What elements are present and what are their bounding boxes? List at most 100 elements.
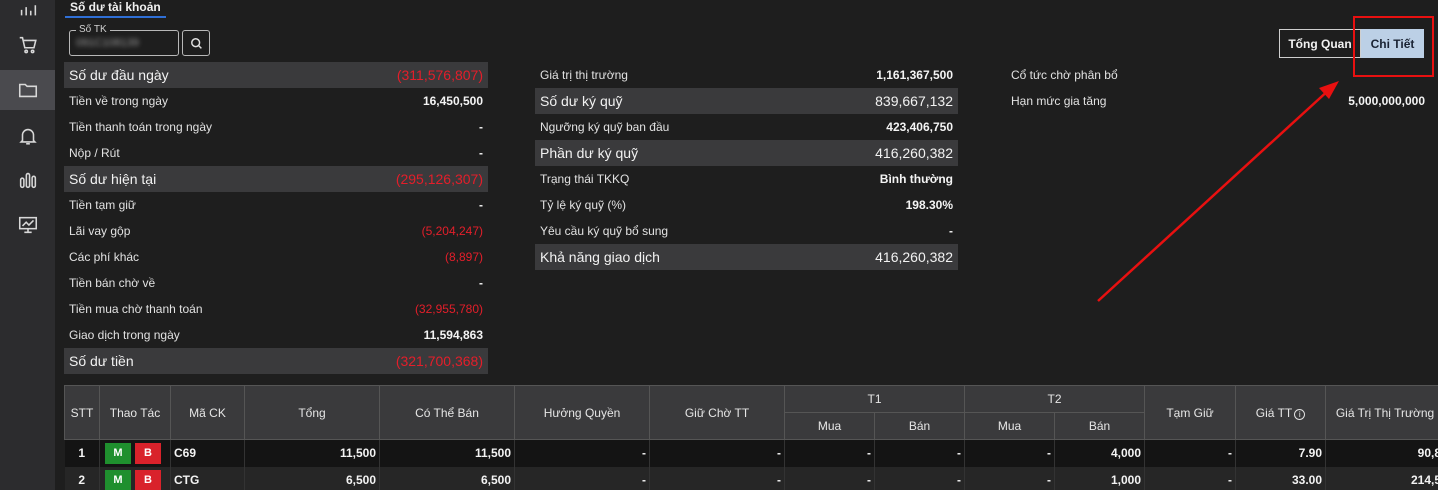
- header-action: Thao Tác: [99, 385, 171, 440]
- sell-button[interactable]: B: [135, 469, 161, 490]
- sidebar-item-assets[interactable]: [0, 70, 55, 110]
- balance-value: (311,576,807): [396, 67, 483, 83]
- header-hold: Tạm Giữ: [1144, 385, 1237, 440]
- sidebar-item-notifications[interactable]: [0, 116, 55, 156]
- cell-sellable: 6,500: [379, 466, 515, 490]
- balance-label: Tiền mua chờ thanh toán: [69, 302, 203, 316]
- buy-button[interactable]: M: [105, 442, 131, 464]
- margin-row: Số dư ký quỹ 839,667,132: [535, 88, 958, 114]
- balance-value: (295,126,307): [395, 171, 483, 187]
- header-t2: T2: [964, 385, 1146, 413]
- balance-value: -: [479, 120, 483, 134]
- balance-value: 11,594,863: [423, 328, 483, 342]
- header-t1-buy: Mua: [784, 412, 875, 440]
- balance-label: Số dư đầu ngày: [69, 67, 169, 83]
- sidebar-item-analytics[interactable]: [0, 160, 55, 200]
- margin-value: 839,667,132: [875, 93, 953, 109]
- balance-label: Số dư hiện tại: [69, 171, 157, 187]
- header-rights: Hưởng Quyền: [514, 385, 650, 440]
- balance-value: (8,897): [444, 250, 483, 264]
- balance-value: (321,700,368): [395, 353, 483, 369]
- balance-value: -: [479, 146, 483, 160]
- info-icon[interactable]: i: [1294, 408, 1306, 420]
- search-button[interactable]: [182, 30, 210, 56]
- margin-value: 416,260,382: [875, 145, 953, 161]
- header-t1-sell: Bán: [873, 412, 966, 440]
- margin-label: Tỷ lệ ký quỹ (%): [540, 198, 627, 212]
- margin-value: 198.30%: [905, 198, 953, 212]
- table-row: 2 MB CTG 6,500 6,500 - - - - - 1,000 - 3…: [64, 466, 1438, 490]
- balance-label: Các phí khác: [69, 250, 140, 264]
- balance-label: Nộp / Rút: [69, 146, 120, 160]
- cell-stt: 2: [64, 466, 100, 490]
- buy-button[interactable]: M: [105, 469, 131, 490]
- balance-label: Tiền tạm giữ: [69, 198, 136, 212]
- margin-value: 423,406,750: [886, 120, 953, 134]
- margin-row: Giá trị thị trường 1,161,367,500: [535, 62, 958, 88]
- margin-label: Khả năng giao dịch: [540, 249, 660, 265]
- cell-t2-sell: 4,000: [1054, 439, 1146, 467]
- header-total: Tổng: [244, 385, 380, 440]
- balance-label: Tiền bán chờ về: [69, 276, 156, 290]
- balance-label: Tiền về trong ngày: [69, 94, 168, 108]
- overview-button[interactable]: Tổng Quan: [1279, 29, 1361, 58]
- balance-row: Số dư tiền (321,700,368): [64, 348, 488, 374]
- cell-symbol[interactable]: CTG: [170, 466, 245, 490]
- sell-button[interactable]: B: [135, 442, 161, 464]
- cart-icon: [19, 36, 37, 54]
- header-t2-sell: Bán: [1054, 412, 1146, 440]
- cell-t2-buy: -: [964, 439, 1056, 467]
- cell-sellable: 11,500: [379, 439, 515, 467]
- header-price-label: Giá TT: [1255, 405, 1293, 420]
- margin-label: Phần dư ký quỹ: [540, 145, 639, 161]
- header-t1: T1: [783, 385, 966, 413]
- balance-row: Số dư đầu ngày (311,576,807): [64, 62, 488, 88]
- cell-t1-buy: -: [784, 466, 875, 490]
- header-symbol: Mã CK: [170, 385, 245, 440]
- cell-t1-buy: -: [784, 439, 875, 467]
- margin-value: -: [949, 224, 953, 238]
- margin-row: Phần dư ký quỹ 416,260,382: [535, 140, 958, 166]
- header-price: Giá TT i: [1235, 385, 1327, 440]
- cell-pending: -: [649, 439, 785, 467]
- cell-hold: -: [1144, 439, 1237, 467]
- balance-row: Số dư hiện tại (295,126,307): [64, 166, 488, 192]
- monitor-chart-icon: [18, 216, 37, 234]
- cell-market-value: 90,8: [1325, 439, 1438, 467]
- cell-actions: MB: [99, 466, 171, 490]
- cell-t1-sell: -: [874, 439, 966, 467]
- annotation-highlight-box: [1353, 16, 1434, 77]
- balance-row: Tiền mua chờ thanh toán (32,955,780): [64, 296, 488, 322]
- margin-row: Khả năng giao dịch 416,260,382: [535, 244, 958, 270]
- sidebar-item-market[interactable]: [0, 0, 55, 28]
- margin-value: Bình thường: [879, 172, 953, 186]
- balance-row: Các phí khác (8,897): [64, 244, 488, 270]
- account-field-value: 091C108139: [76, 37, 140, 49]
- margin-label: Giá trị thị trường: [540, 68, 628, 82]
- holdings-table: STT Thao Tác Mã CK Tổng Có Thể Bán Hưởng…: [64, 385, 1438, 490]
- annotation-arrow: [1097, 81, 1339, 302]
- bar-chart-icon: [20, 5, 36, 16]
- cell-price: 33.00: [1235, 466, 1327, 490]
- cell-symbol[interactable]: C69: [170, 439, 245, 467]
- cell-pending: -: [649, 466, 785, 490]
- cell-market-value: 214,5: [1325, 466, 1438, 490]
- bell-icon: [18, 128, 37, 145]
- margin-label: Yêu cầu ký quỹ bổ sung: [540, 224, 669, 238]
- margin-label: Số dư ký quỹ: [540, 93, 623, 109]
- cell-total: 11,500: [244, 439, 380, 467]
- header-pending: Giữ Chờ TT: [649, 385, 785, 440]
- margin-label: Trạng thái TKKQ: [540, 172, 630, 186]
- account-field[interactable]: Số TK 091C108139: [69, 24, 179, 56]
- sidebar-item-order[interactable]: [0, 25, 55, 65]
- cell-rights: -: [514, 466, 650, 490]
- margin-value: 416,260,382: [875, 249, 953, 265]
- header-market-value: Giá Trị Thị Trường: [1325, 385, 1438, 440]
- balance-row: Tiền tạm giữ -: [64, 192, 488, 218]
- tab-account-balance[interactable]: Số dư tài khoản: [65, 0, 166, 18]
- balance-row: Lãi vay gộp (5,204,247): [64, 218, 488, 244]
- balance-row: Tiền về trong ngày 16,450,500: [64, 88, 488, 114]
- sidebar-item-charts[interactable]: [0, 205, 55, 245]
- table-row: 1 MB C69 11,500 11,500 - - - - - 4,000 -…: [64, 439, 1438, 467]
- balance-row: Giao dịch trong ngày 11,594,863: [64, 322, 488, 348]
